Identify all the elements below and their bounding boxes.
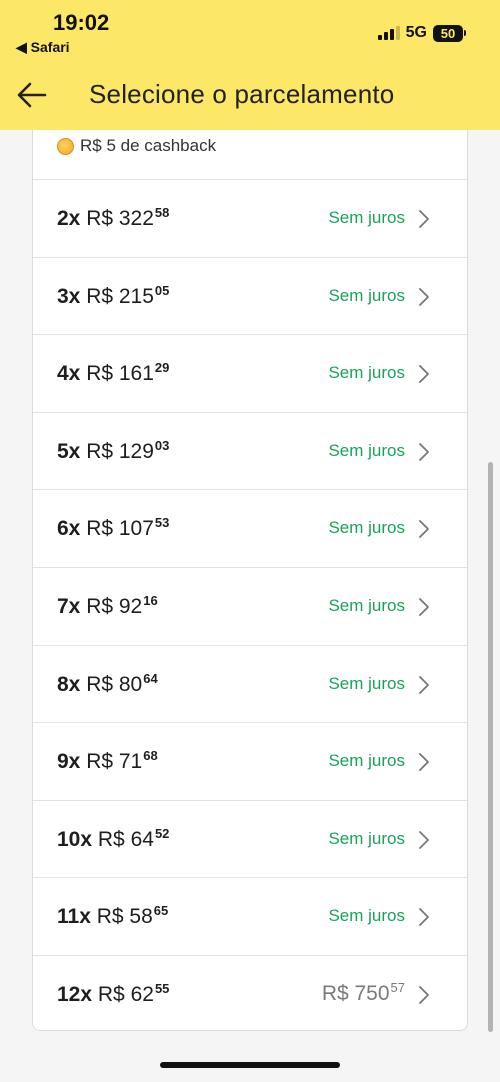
interest-free-label: Sem juros (328, 673, 405, 693)
installment-count: 11x (57, 905, 91, 929)
installment-amount: 5x R$ 12903 (57, 438, 169, 464)
signal-icon (377, 26, 400, 40)
installment-list: R$ 5 de cashback 2x R$ 32258 Sem juros 3x … (32, 130, 468, 1031)
installment-cents: 03 (154, 437, 170, 453)
page-title: Selecione o parcelamento (89, 79, 395, 109)
installment-option-12x[interactable]: 12x R$ 6255 R$ 75057 (33, 955, 467, 1033)
installment-price: R$ 64 (97, 827, 154, 851)
status-indicators: 5G 50 (377, 22, 466, 44)
interest-free-label: Sem juros (328, 285, 405, 305)
total-price: R$ 75057 (322, 980, 405, 1006)
installment-price: R$ 322 (86, 207, 154, 230)
battery-icon: 50 (433, 24, 466, 42)
chevron-right-icon (419, 598, 429, 616)
installment-price: R$ 80 (86, 672, 143, 696)
chevron-right-icon (419, 210, 429, 228)
installment-cents: 16 (143, 593, 158, 608)
installment-price: R$ 107 (86, 517, 154, 541)
installment-option-10x[interactable]: 10x R$ 6452 Sem juros (33, 799, 467, 878)
installment-option-9x[interactable]: 9x R$ 7168 Sem juros (33, 722, 467, 800)
installment-amount: 11x R$ 5865 (57, 903, 168, 929)
installment-count: 4x (57, 362, 81, 386)
installment-option-2x[interactable]: 2x R$ 32258 Sem juros (33, 179, 467, 257)
chevron-right-icon (419, 908, 429, 927)
total-price-value: R$ 750 (321, 982, 390, 1005)
app-header: 19:02 ◀ Safari 5G 50 Selecione o parcela… (0, 0, 500, 130)
installment-count: 2x (57, 207, 81, 230)
installment-amount: 7x R$ 9216 (57, 593, 158, 619)
installment-price: R$ 92 (86, 595, 143, 618)
chevron-right-icon (419, 753, 429, 772)
interest-free-label: Sem juros (328, 906, 405, 926)
installment-amount: 3x R$ 21505 (57, 283, 169, 309)
chevron-right-icon (419, 365, 429, 384)
installment-count: 8x (57, 672, 81, 696)
installment-amount: 12x R$ 6255 (57, 981, 169, 1007)
installment-cents: 55 (154, 981, 170, 996)
network-label: 5G (405, 24, 427, 41)
installment-count: 9x (57, 750, 81, 774)
installment-count: 6x (57, 517, 81, 541)
coin-icon (57, 137, 74, 155)
installment-amount: 6x R$ 10753 (57, 515, 169, 541)
installment-amount: 9x R$ 7168 (57, 748, 158, 774)
chevron-right-icon (419, 520, 429, 539)
installment-cents: 52 (154, 825, 170, 841)
installment-option-6x[interactable]: 6x R$ 10753 Sem juros (33, 489, 467, 567)
installment-price: R$ 129 (86, 439, 154, 463)
installment-price: R$ 62 (97, 983, 154, 1006)
installment-option-7x[interactable]: 7x R$ 9216 Sem juros (33, 567, 467, 645)
installment-count: 3x (57, 284, 81, 308)
chevron-right-icon (419, 830, 429, 849)
installment-amount: 2x R$ 32258 (57, 205, 169, 231)
installment-count: 10x (57, 827, 93, 851)
installment-amount: 8x R$ 8064 (57, 671, 158, 697)
interest-free-label: Sem juros (328, 363, 405, 383)
installment-cents: 29 (154, 360, 170, 376)
chevron-right-icon (419, 675, 429, 694)
interest-free-label: Sem juros (328, 596, 405, 615)
installment-amount: 10x R$ 6452 (57, 826, 169, 852)
installment-option-5x[interactable]: 5x R$ 12903 Sem juros (33, 411, 467, 490)
arrow-left-icon[interactable] (16, 80, 48, 110)
installment-price: R$ 161 (86, 362, 154, 386)
chevron-right-icon (419, 442, 429, 461)
battery-level: 50 (433, 24, 463, 42)
installment-option-3x[interactable]: 3x R$ 21505 Sem juros (33, 256, 467, 335)
back-to-safari-link[interactable]: ◀ Safari (16, 39, 70, 56)
installment-amount: 4x R$ 16129 (57, 360, 169, 386)
installment-price: R$ 71 (86, 750, 143, 774)
installment-option-4x[interactable]: 4x R$ 16129 Sem juros (33, 334, 467, 412)
installment-cents: 64 (143, 670, 158, 686)
installment-count: 12x (57, 983, 93, 1006)
installment-cents: 65 (153, 903, 169, 919)
installment-cents: 53 (154, 515, 170, 531)
cashback-text: R$ 5 de cashback (80, 136, 217, 155)
scrollbar[interactable] (488, 462, 493, 1032)
installment-cents: 05 (154, 282, 170, 298)
chevron-right-icon (419, 986, 429, 1004)
installment-option-11x[interactable]: 11x R$ 5865 Sem juros (33, 877, 467, 955)
interest-free-label: Sem juros (328, 208, 405, 227)
installment-count: 5x (57, 439, 81, 463)
interest-free-label: Sem juros (328, 751, 405, 771)
interest-free-label: Sem juros (328, 440, 405, 460)
installment-option-8x[interactable]: 8x R$ 8064 Sem juros (33, 644, 467, 723)
total-price-cents: 57 (390, 980, 405, 995)
status-time: 19:02 (53, 10, 110, 35)
installment-cents: 68 (143, 748, 158, 764)
cashback-info: R$ 5 de cashback (57, 132, 216, 160)
home-indicator[interactable] (160, 1062, 340, 1068)
installment-price: R$ 58 (96, 905, 153, 929)
interest-free-label: Sem juros (328, 828, 405, 848)
interest-free-label: Sem juros (328, 518, 405, 538)
installment-cents: 58 (154, 205, 170, 220)
installment-price: R$ 215 (86, 284, 154, 308)
installment-count: 7x (57, 595, 81, 618)
chevron-right-icon (419, 287, 429, 306)
